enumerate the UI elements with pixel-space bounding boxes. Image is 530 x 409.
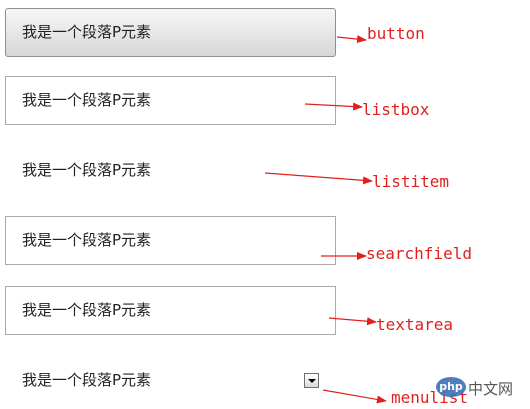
button-demo[interactable]: 我是一个段落P元素	[5, 8, 336, 57]
label-button: button	[367, 24, 425, 43]
menulist-demo-text: 我是一个段落P元素	[22, 371, 152, 389]
textarea-demo[interactable]: 我是一个段落P元素	[5, 286, 336, 335]
menulist-dropdown-button[interactable]	[304, 373, 319, 388]
label-listbox: listbox	[362, 100, 430, 119]
button-demo-text: 我是一个段落P元素	[22, 23, 152, 41]
listitem-demo[interactable]: 我是一个段落P元素	[5, 146, 336, 195]
searchfield-demo-text: 我是一个段落P元素	[22, 231, 152, 249]
arrow-textarea	[328, 317, 377, 326]
annotation-arrows	[264, 35, 387, 404]
listitem-demo-text: 我是一个段落P元素	[22, 161, 152, 179]
textarea-demo-text: 我是一个段落P元素	[22, 301, 152, 319]
listbox-demo[interactable]: 我是一个段落P元素	[5, 76, 336, 125]
listbox-demo-text: 我是一个段落P元素	[22, 91, 152, 109]
watermark-text: 中文网	[468, 380, 514, 398]
php-logo-icon: php	[436, 377, 466, 397]
label-searchfield: searchfield	[366, 244, 472, 263]
watermark: php 中文网	[436, 376, 526, 400]
chevron-down-icon	[308, 379, 316, 383]
arrow-button	[336, 35, 367, 44]
label-textarea: textarea	[376, 315, 454, 334]
label-listitem: listitem	[372, 172, 450, 191]
menulist-demo[interactable]: 我是一个段落P元素	[5, 356, 336, 405]
searchfield-demo[interactable]: 我是一个段落P元素	[5, 216, 336, 265]
